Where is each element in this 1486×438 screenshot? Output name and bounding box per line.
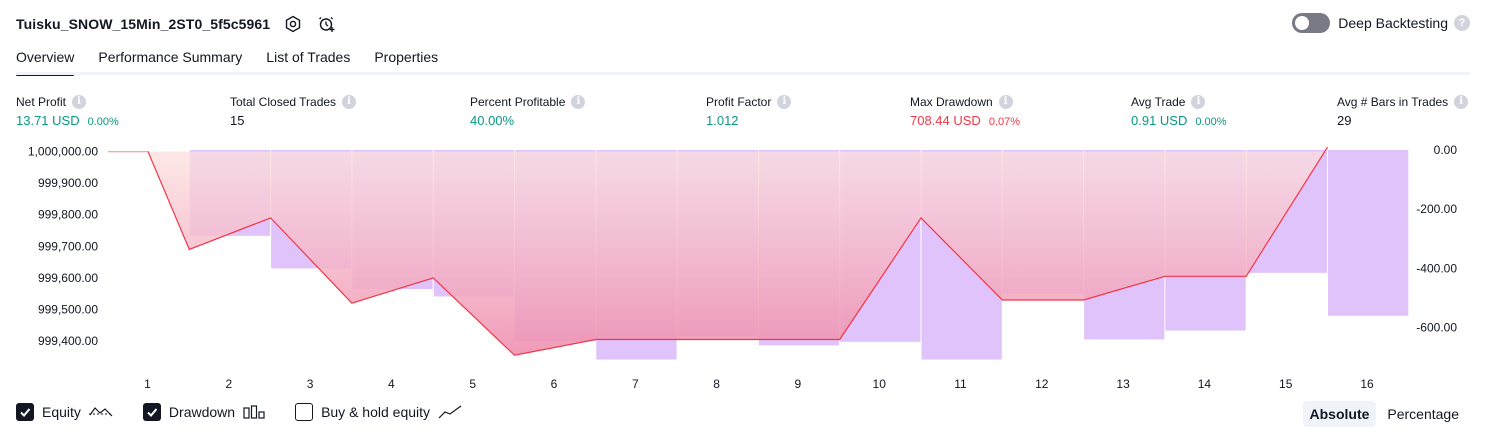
tab-bar: Overview Performance Summary List of Tra… bbox=[16, 44, 462, 76]
stat-profit-factor: Profit Factor i 1.012 bbox=[706, 93, 792, 128]
stat-avg-bars: Avg # Bars in Trades i 29 bbox=[1337, 93, 1469, 128]
tab-list-of-trades[interactable]: List of Trades bbox=[266, 44, 350, 75]
x-axis-tick: 3 bbox=[307, 377, 314, 391]
stat-avg-trade: Avg Trade i 0.91 USD 0.00% bbox=[1131, 93, 1227, 128]
add-alert-icon[interactable] bbox=[316, 13, 338, 35]
x-axis-tick: 7 bbox=[632, 377, 639, 391]
equity-checkbox[interactable] bbox=[16, 403, 34, 421]
legend-buy-hold[interactable]: Buy & hold equity bbox=[295, 403, 462, 421]
x-axis-tick: 2 bbox=[225, 377, 232, 391]
absolute-button[interactable]: Absolute bbox=[1302, 401, 1377, 427]
settings-icon[interactable] bbox=[282, 13, 304, 35]
deep-backtesting: Deep Backtesting ? bbox=[1292, 13, 1470, 33]
drawdown-bar[interactable] bbox=[1328, 150, 1409, 316]
left-axis-tick: 999,900.00 bbox=[38, 176, 98, 190]
stat-label: Max Drawdown bbox=[910, 94, 993, 109]
x-axis-tick: 12 bbox=[1035, 377, 1049, 391]
left-axis-tick: 999,400.00 bbox=[38, 334, 98, 348]
stat-max-drawdown: Max Drawdown i 708.44 USD 0.07% bbox=[910, 93, 1020, 128]
legend-equity-label: Equity bbox=[42, 404, 81, 420]
left-axis-tick: 999,700.00 bbox=[38, 239, 98, 253]
stat-value: 0.91 USD bbox=[1131, 113, 1188, 128]
value-mode-switch: Absolute Percentage bbox=[1299, 401, 1467, 427]
x-axis-tick: 11 bbox=[954, 377, 967, 391]
x-axis-tick: 9 bbox=[795, 377, 802, 391]
x-axis-tick: 14 bbox=[1198, 377, 1212, 391]
x-axis-tick: 4 bbox=[388, 377, 395, 391]
info-icon[interactable]: i bbox=[998, 94, 1013, 109]
buy-hold-checkbox[interactable] bbox=[295, 403, 314, 421]
deep-backtesting-toggle[interactable] bbox=[1292, 13, 1331, 33]
info-icon[interactable]: i bbox=[72, 94, 87, 109]
help-icon[interactable]: ? bbox=[1454, 15, 1470, 31]
x-axis-tick: 5 bbox=[469, 377, 476, 391]
info-icon[interactable]: i bbox=[342, 94, 357, 109]
stat-sub-value: 0.00% bbox=[1195, 116, 1227, 128]
stat-value: 40.00% bbox=[470, 113, 515, 128]
toggle-knob bbox=[1295, 16, 1310, 30]
drawdown-checkbox[interactable] bbox=[142, 403, 161, 421]
legend-equity[interactable]: Equity bbox=[16, 403, 113, 421]
deep-backtesting-label: Deep Backtesting bbox=[1338, 15, 1448, 31]
drawdown-bars-icon bbox=[243, 405, 265, 419]
x-axis-tick: 16 bbox=[1360, 377, 1374, 391]
stat-label: Percent Profitable bbox=[470, 94, 566, 109]
x-axis-tick: 8 bbox=[713, 377, 720, 391]
left-axis-tick: 1,000,000.00 bbox=[28, 145, 98, 159]
info-icon[interactable]: i bbox=[571, 94, 586, 109]
right-axis-tick: -400.00 bbox=[1416, 261, 1457, 275]
x-axis-tick: 6 bbox=[551, 377, 558, 391]
equity-drawdown-chart[interactable]: 1,000,000.00 999,900.00 999,800.00 999,700.… bbox=[0, 140, 1486, 395]
info-icon[interactable]: i bbox=[1191, 94, 1206, 109]
info-icon[interactable]: i bbox=[1454, 94, 1469, 109]
right-axis-tick: -600.00 bbox=[1416, 321, 1457, 335]
x-axis-tick: 13 bbox=[1116, 377, 1130, 391]
x-axis-tick: 15 bbox=[1279, 377, 1293, 391]
buy-hold-line-icon bbox=[438, 405, 462, 419]
stat-value: 708.44 USD bbox=[910, 113, 981, 128]
tab-properties[interactable]: Properties bbox=[374, 44, 438, 75]
left-axis-tick: 999,600.00 bbox=[38, 271, 98, 285]
legend-drawdown[interactable]: Drawdown bbox=[142, 403, 265, 421]
tabs-divider bbox=[16, 72, 1470, 75]
tab-performance-summary[interactable]: Performance Summary bbox=[98, 44, 242, 75]
header: Tuisku_SNOW_15Min_2ST0_5f5c5961 bbox=[16, 10, 338, 38]
stat-label: Avg Trade bbox=[1131, 94, 1186, 109]
right-axis-tick: -200.00 bbox=[1416, 202, 1457, 216]
chart-legend: Equity Drawdown Buy & hold equity bbox=[16, 403, 492, 421]
stat-value: 1.012 bbox=[706, 113, 739, 128]
stat-label: Avg # Bars in Trades bbox=[1337, 94, 1449, 109]
stat-sub-value: 0.00% bbox=[87, 116, 119, 128]
info-icon[interactable]: i bbox=[777, 94, 792, 109]
stats-row: Net Profit i 13.71 USD 0.00% Total Closed … bbox=[0, 93, 1486, 133]
stat-net-profit: Net Profit i 13.71 USD 0.00% bbox=[16, 93, 119, 128]
stat-value: 13.71 USD bbox=[16, 113, 80, 128]
stat-label: Total Closed Trades bbox=[230, 94, 337, 109]
stat-sub-value: 0.07% bbox=[988, 116, 1021, 128]
equity-line-icon bbox=[88, 405, 113, 419]
stat-label: Profit Factor bbox=[706, 94, 772, 109]
legend-drawdown-label: Drawdown bbox=[168, 404, 236, 420]
x-axis-tick: 1 bbox=[144, 377, 151, 391]
right-axis-tick: 0.00 bbox=[1434, 143, 1458, 157]
legend-buy-hold-label: Buy & hold equity bbox=[321, 404, 431, 420]
x-axis-tick: 10 bbox=[873, 377, 887, 391]
stat-value: 15 bbox=[230, 113, 245, 128]
stat-total-closed-trades: Total Closed Trades i 15 bbox=[230, 93, 357, 128]
percentage-button[interactable]: Percentage bbox=[1380, 401, 1466, 427]
left-axis-tick: 999,800.00 bbox=[38, 208, 98, 222]
strategy-name: Tuisku_SNOW_15Min_2ST0_5f5c5961 bbox=[16, 16, 271, 32]
tab-overview[interactable]: Overview bbox=[16, 44, 75, 76]
stat-percent-profitable: Percent Profitable i 40.00% bbox=[470, 93, 586, 128]
stat-label: Net Profit bbox=[16, 94, 67, 109]
left-axis-tick: 999,500.00 bbox=[38, 302, 98, 316]
stat-value: 29 bbox=[1337, 113, 1352, 128]
